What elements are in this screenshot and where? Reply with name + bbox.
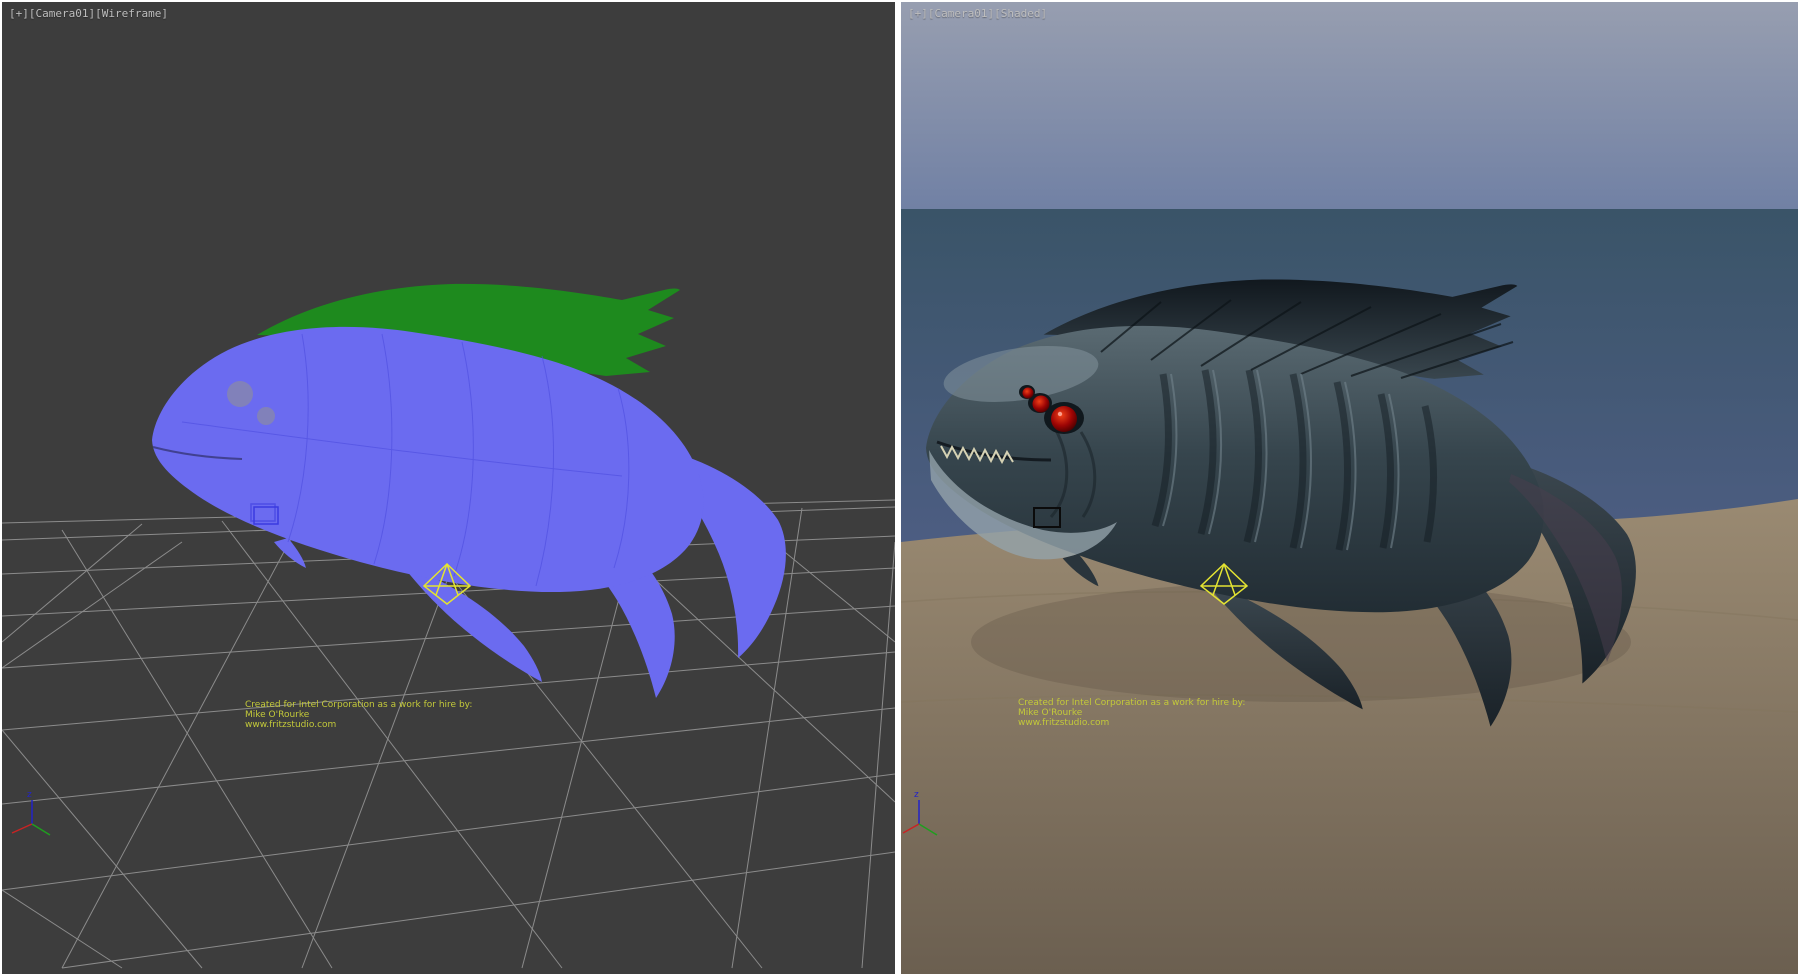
eye-glint [1058, 412, 1062, 416]
axis-z-label: z [914, 790, 919, 800]
watermark-line-3: www.fritzstudio.com [1018, 718, 1109, 728]
wireframe-scene: Created for Intel Corporation as a work … [2, 2, 895, 974]
fish-eye-spot-small [257, 407, 275, 425]
viewport-camera-menu[interactable]: [Camera01] [29, 7, 95, 20]
dual-viewport-stage: [+][Camera01][Wireframe] [0, 0, 1800, 978]
watermark-line-3: www.fritzstudio.com [245, 720, 336, 730]
viewport-label: [+][Camera01][Shaded] [908, 7, 1047, 20]
axis-tripod: z [12, 790, 50, 835]
fish-eye-spot-large [227, 381, 253, 407]
viewport-shaded[interactable]: [+][Camera01][Shaded] [901, 2, 1798, 974]
viewport-general-menu[interactable]: [+] [908, 7, 928, 20]
viewport-camera-menu[interactable]: [Camera01] [928, 7, 994, 20]
sky [901, 2, 1798, 214]
fish-model-wireframe[interactable] [152, 327, 786, 698]
axis-z-label: z [27, 790, 32, 800]
watermark-line-1: Created for Intel Corporation as a work … [245, 700, 472, 710]
watermark-line-2: Mike O'Rourke [1018, 708, 1083, 718]
eye-mid [1033, 396, 1050, 413]
viewport-wireframe[interactable]: [+][Camera01][Wireframe] [2, 2, 895, 974]
viewport-shading-menu[interactable]: [Shaded] [994, 7, 1047, 20]
viewport-shading-menu[interactable]: [Wireframe] [95, 7, 168, 20]
eye-large [1051, 406, 1077, 432]
viewport-label: [+][Camera01][Wireframe] [9, 7, 168, 20]
watermark-line-2: Mike O'Rourke [245, 710, 310, 720]
viewport-general-menu[interactable]: [+] [9, 7, 29, 20]
shaded-scene: Created for Intel Corporation as a work … [901, 2, 1798, 974]
watermark-line-1: Created for Intel Corporation as a work … [1018, 698, 1245, 708]
eye-small [1023, 388, 1034, 399]
watermark: Created for Intel Corporation as a work … [245, 700, 472, 730]
